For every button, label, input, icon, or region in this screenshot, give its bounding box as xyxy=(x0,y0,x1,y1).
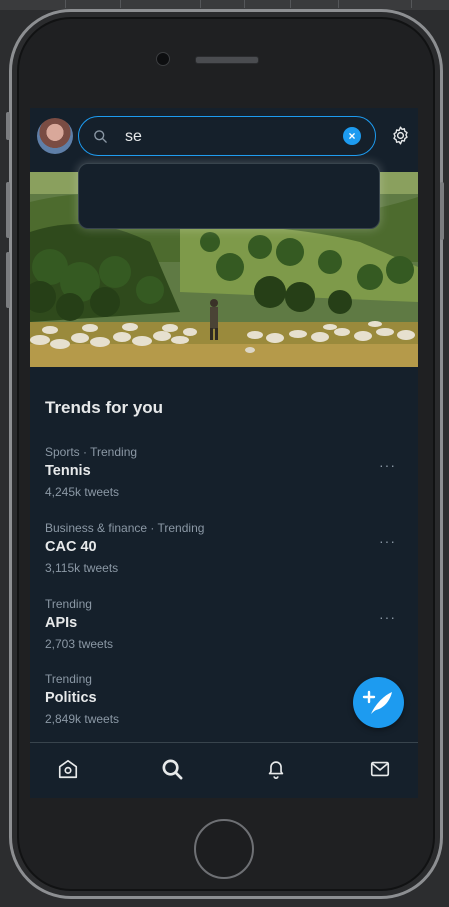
search-bar[interactable]: se × xyxy=(78,116,376,156)
clear-search-button[interactable]: × xyxy=(343,127,361,145)
top-bar: se × xyxy=(30,108,418,168)
compose-tweet-icon xyxy=(362,690,392,714)
search-suggestions-dropdown xyxy=(78,163,380,229)
home-icon[interactable] xyxy=(57,758,79,780)
phone-side-button xyxy=(6,112,10,140)
trend-item[interactable]: Trending APIs 2,703 tweets ··· xyxy=(45,597,403,657)
gear-icon[interactable] xyxy=(390,125,411,146)
compose-tweet-button[interactable] xyxy=(353,677,404,728)
trend-tweet-count: 4,245k tweets xyxy=(45,485,120,499)
trend-context: Sports · Trending xyxy=(45,445,138,459)
more-options-icon[interactable]: ··· xyxy=(379,533,396,549)
trend-item[interactable]: Trending Politics 2,849k tweets xyxy=(45,672,403,732)
trend-name: CAC 40 xyxy=(45,539,97,555)
bottom-navigation xyxy=(30,742,418,798)
search-icon xyxy=(94,130,107,143)
search-icon[interactable] xyxy=(161,758,184,781)
home-button[interactable] xyxy=(194,819,254,879)
more-options-icon[interactable]: ··· xyxy=(379,457,396,473)
trend-tweet-count: 2,703 tweets xyxy=(45,637,114,651)
notifications-icon[interactable] xyxy=(265,758,287,780)
profile-avatar[interactable] xyxy=(37,118,73,154)
trend-name: Tennis xyxy=(45,463,91,479)
phone-power-button xyxy=(440,182,444,240)
earpiece-speaker xyxy=(195,56,259,64)
trend-context: Trending xyxy=(45,597,92,611)
trends-title: Trends for you xyxy=(45,398,164,417)
trend-tweet-count: 3,115k tweets xyxy=(45,561,119,575)
messages-icon[interactable] xyxy=(369,758,391,780)
front-camera xyxy=(156,52,170,66)
trend-name: APIs xyxy=(45,615,78,631)
phone-volume-down-button xyxy=(6,252,10,308)
trend-tweet-count: 2,849k tweets xyxy=(45,712,120,726)
trend-context: Business & finance · Trending xyxy=(45,521,205,535)
trend-name: Politics xyxy=(45,690,97,706)
app-screen: se × Trends for you Sports · Trending Te… xyxy=(30,108,418,798)
trend-item[interactable]: Business & finance · Trending CAC 40 3,1… xyxy=(45,521,403,581)
trend-item[interactable]: Sports · Trending Tennis 4,245k tweets ·… xyxy=(45,445,403,505)
trend-context: Trending xyxy=(45,672,92,686)
phone-volume-up-button xyxy=(6,182,10,238)
search-input[interactable]: se xyxy=(125,128,142,146)
more-options-icon[interactable]: ··· xyxy=(379,609,396,625)
